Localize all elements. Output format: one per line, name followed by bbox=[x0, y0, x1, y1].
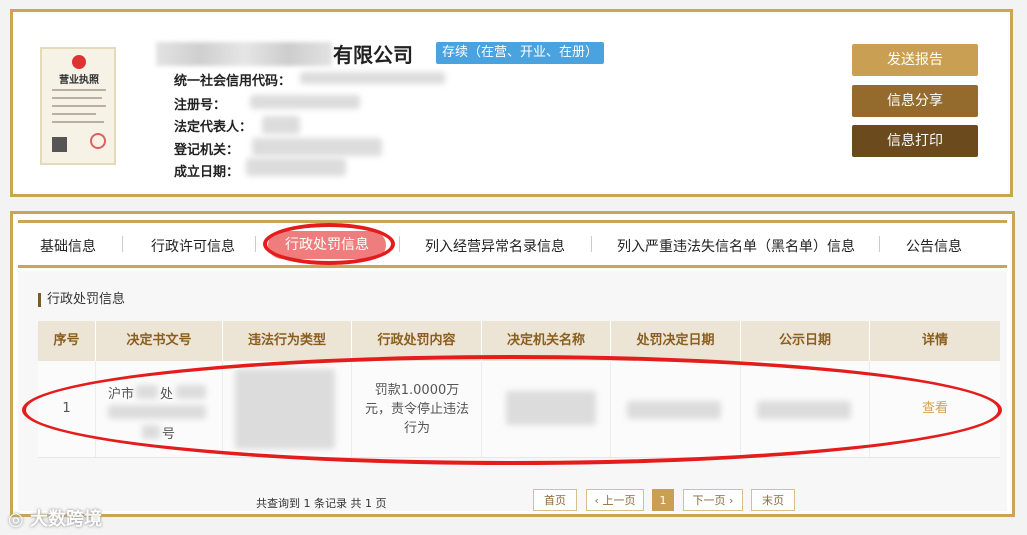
official-seal-icon bbox=[90, 133, 106, 149]
established-date-redacted bbox=[246, 158, 346, 176]
next-page-button[interactable]: 下一页 › bbox=[683, 489, 743, 511]
license-text-line bbox=[52, 113, 96, 115]
license-title: 营业执照 bbox=[59, 75, 99, 86]
share-info-button[interactable]: 信息分享 bbox=[852, 85, 978, 117]
tab-divider bbox=[122, 236, 123, 252]
tab-announcements[interactable]: 公告信息 bbox=[906, 236, 962, 256]
status-badge: 存续（在营、开业、在册） bbox=[436, 42, 605, 64]
tab-basic-info[interactable]: 基础信息 bbox=[40, 236, 96, 256]
section-title: 行政处罚信息 bbox=[38, 293, 125, 307]
tab-bar: 基础信息 行政许可信息 行政处罚信息 列入经营异常名录信息 列入严重违法失信名单… bbox=[18, 220, 1007, 268]
annotation-circle-row bbox=[22, 355, 1002, 465]
company-name: 有限公司 bbox=[333, 43, 413, 67]
col-header-index: 序号 bbox=[38, 321, 96, 361]
tab-divider bbox=[399, 236, 400, 252]
tab-admin-license[interactable]: 行政许可信息 bbox=[151, 236, 235, 256]
qr-code-icon bbox=[52, 137, 67, 152]
registration-no-redacted bbox=[250, 95, 360, 109]
col-header-decision-date: 处罚决定日期 bbox=[611, 321, 741, 361]
col-header-detail: 详情 bbox=[921, 333, 948, 348]
first-page-button[interactable]: 首页 bbox=[533, 489, 577, 511]
national-emblem-icon bbox=[72, 55, 86, 69]
registration-authority-redacted bbox=[252, 138, 382, 156]
registration-no-label: 注册号： bbox=[174, 98, 227, 113]
license-text-line bbox=[52, 105, 106, 107]
tab-divider bbox=[591, 236, 592, 252]
credit-code-redacted bbox=[300, 72, 445, 84]
tab-divider bbox=[879, 236, 880, 252]
col-header-violation-type: 违法行为类型 bbox=[223, 321, 352, 361]
license-text-line bbox=[52, 97, 102, 99]
registration-authority-label: 登记机关： bbox=[174, 143, 240, 158]
annotation-circle-tab bbox=[263, 223, 395, 265]
tab-divider bbox=[255, 236, 256, 252]
col-header-publish-date: 公示日期 bbox=[741, 321, 870, 361]
page-1-button[interactable]: 1 bbox=[652, 489, 674, 511]
col-header-doc-no: 决定书文号 bbox=[96, 321, 223, 361]
prev-page-button[interactable]: ‹ 上一页 bbox=[586, 489, 644, 511]
tab-abnormal-operation[interactable]: 列入经营异常名录信息 bbox=[425, 236, 565, 256]
tab-blacklist[interactable]: 列入严重违法失信名单（黑名单）信息 bbox=[617, 236, 855, 256]
legal-rep-label: 法定代表人： bbox=[174, 120, 253, 135]
last-page-button[interactable]: 末页 bbox=[751, 489, 795, 511]
license-text-line bbox=[52, 121, 104, 123]
business-license-image: 营业执照 bbox=[40, 47, 116, 165]
established-date-label: 成立日期： bbox=[174, 165, 240, 180]
print-info-button[interactable]: 信息打印 bbox=[852, 125, 978, 157]
record-summary: 共查询到 1 条记录 共 1 页 bbox=[256, 497, 387, 510]
watermark-logo: ◎ 大数跨境 bbox=[8, 509, 102, 530]
credit-code-label: 统一社会信用代码： bbox=[174, 74, 292, 89]
send-report-button[interactable]: 发送报告 bbox=[852, 44, 978, 76]
license-text-line bbox=[52, 89, 106, 91]
company-name-redacted bbox=[156, 42, 332, 66]
legal-rep-redacted bbox=[262, 116, 300, 134]
